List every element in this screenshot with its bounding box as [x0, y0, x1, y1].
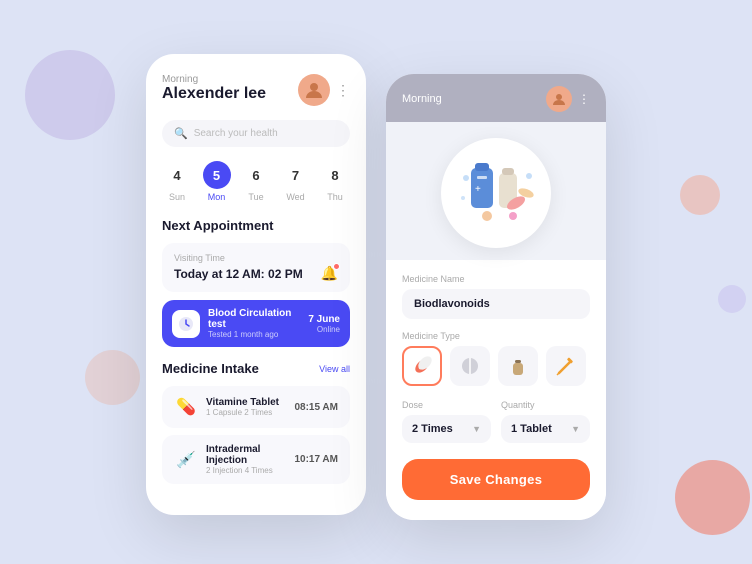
- dose-value: 2 Times: [412, 423, 453, 435]
- dots-menu[interactable]: ⋮: [336, 82, 350, 99]
- med-type-capsule[interactable]: [402, 346, 442, 386]
- user-info: Morning Alexender lee: [162, 74, 266, 103]
- appt-date-label: Online: [308, 325, 340, 334]
- header-right: ⋮: [298, 74, 350, 106]
- user-name: Alexender lee: [162, 85, 266, 103]
- med-type-tablet[interactable]: [450, 346, 490, 386]
- cal-day-2[interactable]: 6 Tue: [241, 161, 271, 202]
- medicine-name-input[interactable]: Biodlavonoids: [402, 289, 590, 319]
- visiting-time-row: Today at 12 AM: 02 PM 🔔: [174, 265, 338, 282]
- phones-wrapper: Morning Alexender lee ⋮ 🔍 Search your he…: [146, 54, 606, 520]
- cal-day-3[interactable]: 7 Wed: [281, 161, 311, 202]
- appointment-item[interactable]: Blood Circulation test Tested 1 month ag…: [162, 300, 350, 347]
- visiting-time: Today at 12 AM: 02 PM: [174, 267, 303, 281]
- phone-left: Morning Alexender lee ⋮ 🔍 Search your he…: [146, 54, 366, 515]
- cal-day-1[interactable]: 5 Mon: [202, 161, 232, 202]
- bg-circle-2: [85, 350, 140, 405]
- search-placeholder: Search your health: [194, 128, 278, 139]
- visiting-label: Visiting Time: [174, 253, 338, 263]
- cal-label-4: Thu: [327, 192, 343, 202]
- greeting-label: Morning: [162, 74, 266, 85]
- appt-name: Blood Circulation test: [208, 308, 300, 330]
- notification-badge: [333, 263, 340, 270]
- medicine-list: 💊 Vitamine Tablet 1 Capsule 2 Times 08:1…: [162, 386, 350, 484]
- dose-field: Dose 2 Times ▼: [402, 400, 491, 443]
- bg-circle-1: [25, 50, 115, 140]
- med-type-injection[interactable]: [546, 346, 586, 386]
- visiting-time-card: Visiting Time Today at 12 AM: 02 PM 🔔: [162, 243, 350, 292]
- med-info-0: Vitamine Tablet 1 Capsule 2 Times: [206, 397, 286, 417]
- medicine-section-header: Medicine Intake View all: [162, 361, 350, 376]
- med-time-1: 10:17 AM: [294, 454, 338, 465]
- right-dots-menu[interactable]: ⋮: [578, 92, 590, 106]
- medicine-section-title: Medicine Intake: [162, 361, 259, 376]
- med-sub-1: 2 Injection 4 Times: [206, 466, 286, 475]
- dose-dropdown-arrow: ▼: [472, 424, 481, 434]
- medicine-illustration: +: [386, 122, 606, 260]
- cal-label-1: Mon: [208, 192, 226, 202]
- quantity-dropdown-arrow: ▼: [571, 424, 580, 434]
- avatar[interactable]: [298, 74, 330, 106]
- dose-label: Dose: [402, 400, 491, 410]
- cal-num-4: 8: [321, 161, 349, 189]
- appointment-section-title: Next Appointment: [162, 218, 350, 233]
- phone-left-header: Morning Alexender lee ⋮: [162, 74, 350, 106]
- med-sub-0: 1 Capsule 2 Times: [206, 408, 286, 417]
- medicine-icon-0: 💊: [174, 395, 198, 419]
- phone-right-body: Medicine Name Biodlavonoids Medicine Typ…: [386, 260, 606, 520]
- appt-info: Blood Circulation test Tested 1 month ag…: [208, 308, 300, 339]
- bg-circle-4: [718, 285, 746, 313]
- appt-date: 7 June Online: [308, 314, 340, 334]
- appt-item-icon: [172, 310, 200, 338]
- quantity-field: Quantity 1 Tablet ▼: [501, 400, 590, 443]
- med-time-0: 08:15 AM: [294, 402, 338, 413]
- medicine-icon-1: 💉: [174, 448, 198, 472]
- save-changes-button[interactable]: Save Changes: [402, 459, 590, 500]
- view-all-link[interactable]: View all: [319, 364, 350, 374]
- med-name-0: Vitamine Tablet: [206, 397, 286, 408]
- med-name-1: Intradermal Injection: [206, 444, 286, 466]
- cal-label-3: Wed: [286, 192, 304, 202]
- cal-num-1: 5: [203, 161, 231, 189]
- cal-num-0: 4: [163, 161, 191, 189]
- phone-right: Morning ⋮ +: [386, 74, 606, 520]
- appt-date-num: 7 June: [308, 314, 340, 325]
- right-greeting: Morning: [402, 93, 442, 105]
- cal-label-0: Sun: [169, 192, 185, 202]
- calendar-row: 4 Sun 5 Mon 6 Tue 7 Wed 8 Thu: [162, 161, 350, 202]
- med-info-1: Intradermal Injection 2 Injection 4 Time…: [206, 444, 286, 475]
- medicine-type-row: [402, 346, 590, 386]
- right-header-icons: ⋮: [546, 86, 590, 112]
- search-icon: 🔍: [174, 127, 188, 140]
- quantity-value: 1 Tablet: [511, 423, 552, 435]
- quantity-dropdown[interactable]: 1 Tablet ▼: [501, 415, 590, 443]
- medicine-type-label: Medicine Type: [402, 331, 590, 341]
- medicine-item-1[interactable]: 💉 Intradermal Injection 2 Injection 4 Ti…: [162, 435, 350, 484]
- phone-right-header: Morning ⋮: [386, 74, 606, 122]
- cal-label-2: Tue: [248, 192, 263, 202]
- medicine-item-0[interactable]: 💊 Vitamine Tablet 1 Capsule 2 Times 08:1…: [162, 386, 350, 428]
- right-avatar[interactable]: [546, 86, 572, 112]
- dose-qty-row: Dose 2 Times ▼ Quantity 1 Tablet ▼: [402, 400, 590, 443]
- bell-icon: 🔔: [321, 265, 338, 282]
- bg-circle-5: [675, 460, 750, 535]
- cal-day-4[interactable]: 8 Thu: [320, 161, 350, 202]
- medicine-intake-section: Medicine Intake View all 💊 Vitamine Tabl…: [162, 361, 350, 484]
- appt-sub: Tested 1 month ago: [208, 330, 300, 339]
- svg-text:+: +: [475, 184, 481, 195]
- medicine-name-label: Medicine Name: [402, 274, 590, 284]
- cal-num-2: 6: [242, 161, 270, 189]
- quantity-label: Quantity: [501, 400, 590, 410]
- med-type-bottle[interactable]: [498, 346, 538, 386]
- cal-num-3: 7: [282, 161, 310, 189]
- search-bar[interactable]: 🔍 Search your health: [162, 120, 350, 147]
- cal-day-0[interactable]: 4 Sun: [162, 161, 192, 202]
- dose-dropdown[interactable]: 2 Times ▼: [402, 415, 491, 443]
- medicine-image: +: [441, 138, 551, 248]
- bg-circle-3: [680, 175, 720, 215]
